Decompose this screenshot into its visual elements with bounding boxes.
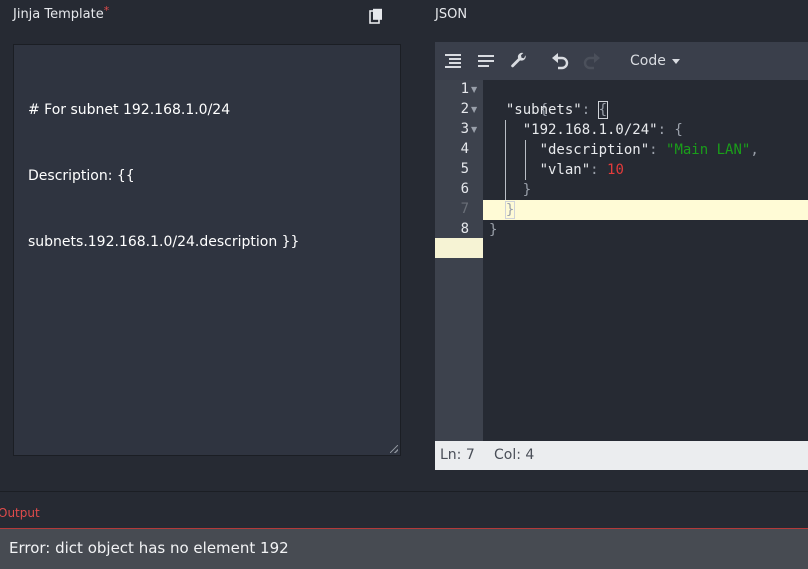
line-number: 7 bbox=[460, 201, 469, 217]
matched-bracket: } bbox=[504, 201, 516, 219]
json-code-area[interactable]: { "subnets": { "192.168.1.0/24": { "desc… bbox=[483, 80, 808, 441]
jinja-template-text: # For subnet 192.168.1.0/24 Description:… bbox=[28, 55, 388, 297]
line-number: 3 bbox=[460, 121, 469, 137]
resize-handle[interactable] bbox=[390, 445, 398, 453]
active-line-gutter bbox=[435, 238, 483, 258]
output-error-message: Error: dict object has no element 192 bbox=[9, 539, 289, 557]
required-marker: * bbox=[103, 4, 110, 17]
line-number: 1 bbox=[460, 81, 469, 97]
output-label: Output bbox=[0, 506, 40, 520]
jinja-template-title: Jinja Template* bbox=[13, 4, 110, 22]
output-panel: Error: dict object has no element 192 bbox=[0, 528, 808, 569]
jinja-template-label: Jinja Template bbox=[13, 7, 104, 22]
line-number-gutter: 1 ▼ 2 ▼ 3 ▼ 4 5 6 7 8 bbox=[435, 80, 483, 441]
line-number: 4 bbox=[460, 141, 469, 157]
repair-icon[interactable] bbox=[510, 52, 528, 70]
code-line-7: } bbox=[489, 200, 516, 220]
cursor-column: Col: 4 bbox=[494, 447, 535, 463]
code-line-4: "description": "Main LAN", bbox=[539, 142, 759, 158]
editor-status-bar: Ln: 7 Col: 4 bbox=[435, 441, 808, 470]
mode-label: Code bbox=[630, 53, 666, 69]
code-line-6: } bbox=[522, 182, 532, 198]
mode-dropdown[interactable]: Code bbox=[630, 53, 680, 69]
json-panel-title: JSON bbox=[435, 7, 468, 22]
redo-icon[interactable] bbox=[583, 52, 601, 70]
cursor-line: Ln: 7 bbox=[440, 447, 475, 463]
code-line-5: "vlan": 10 bbox=[539, 162, 624, 178]
code-line-8: } bbox=[489, 222, 498, 238]
chevron-down-icon bbox=[671, 58, 680, 64]
template-line: # For subnet 192.168.1.0/24 bbox=[28, 102, 231, 118]
fold-arrow-icon[interactable]: ▼ bbox=[471, 125, 477, 134]
undo-icon[interactable] bbox=[551, 52, 569, 70]
line-number: 8 bbox=[460, 221, 469, 237]
copy-icon[interactable] bbox=[369, 8, 383, 24]
template-line: Description: {{ bbox=[28, 168, 135, 184]
compact-icon[interactable] bbox=[477, 52, 495, 70]
jinja-template-editor[interactable]: # For subnet 192.168.1.0/24 Description:… bbox=[13, 44, 401, 456]
section-divider bbox=[0, 491, 808, 492]
line-number: 5 bbox=[460, 161, 469, 177]
json-editor[interactable]: Code 1 ▼ 2 ▼ 3 ▼ 4 5 6 7 8 { "subnets": … bbox=[435, 42, 808, 470]
line-number: 2 bbox=[460, 101, 469, 117]
active-line-highlight bbox=[483, 200, 808, 220]
matched-bracket: { bbox=[597, 101, 609, 119]
code-line-2: "subnets": { bbox=[505, 101, 609, 119]
fold-arrow-icon[interactable]: ▼ bbox=[471, 85, 477, 94]
template-line: subnets.192.168.1.0/24.description }} bbox=[28, 234, 300, 250]
line-number: 6 bbox=[460, 181, 469, 197]
editor-toolbar: Code bbox=[435, 42, 808, 80]
format-icon[interactable] bbox=[444, 52, 462, 70]
code-line-3: "192.168.1.0/24": { bbox=[522, 122, 683, 138]
fold-arrow-icon[interactable]: ▼ bbox=[471, 105, 477, 114]
